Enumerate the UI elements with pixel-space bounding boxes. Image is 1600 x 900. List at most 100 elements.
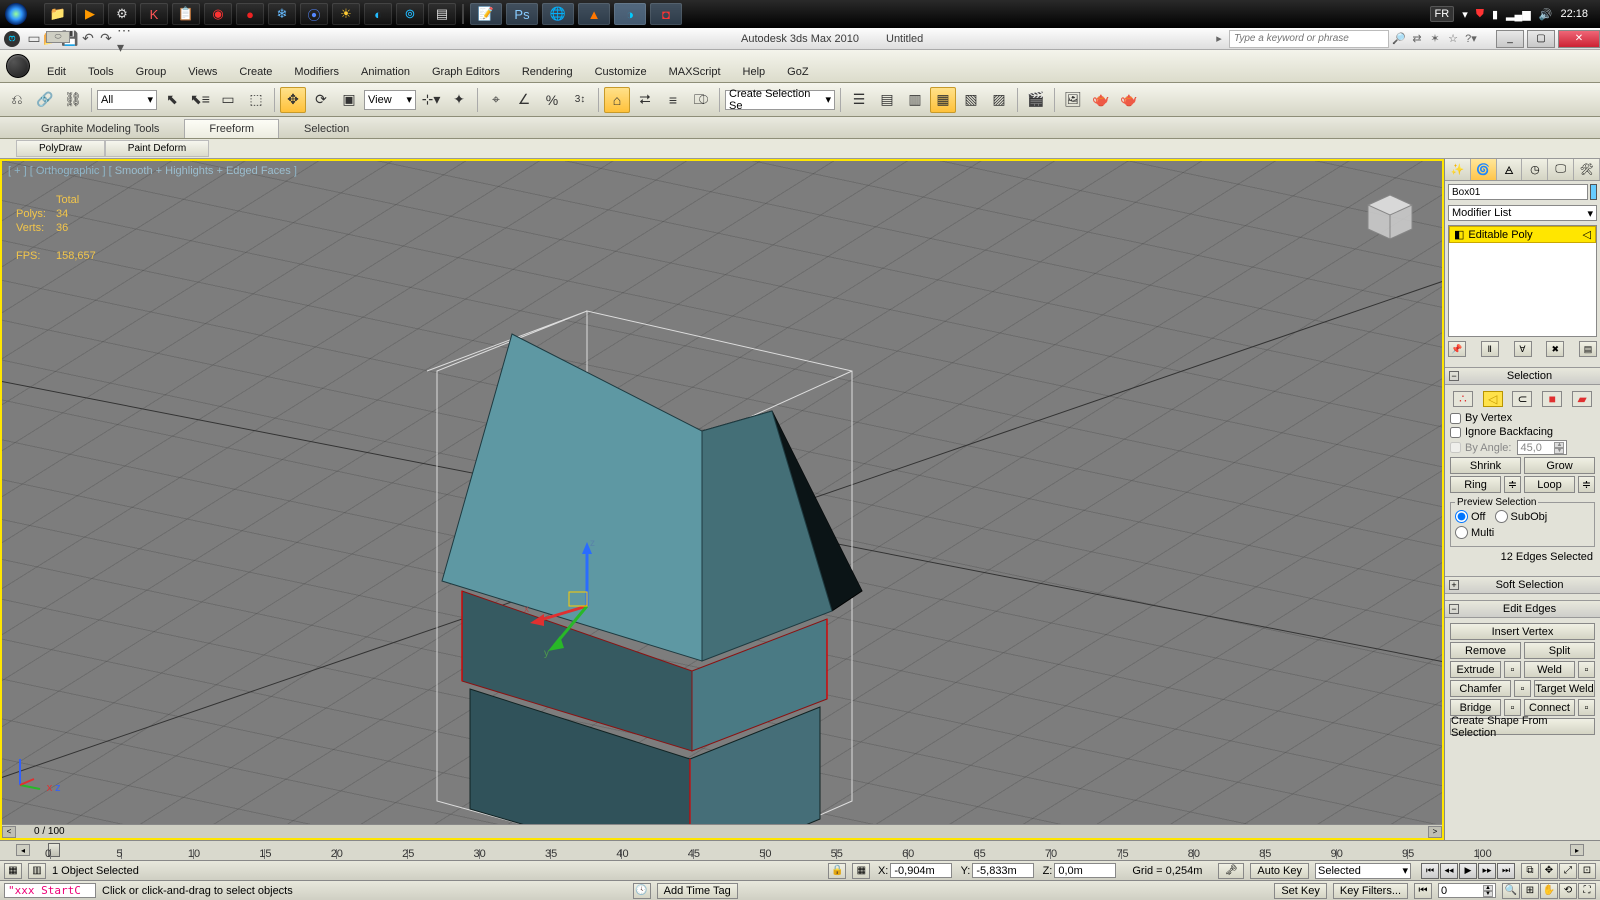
maxscript-mini-listener[interactable]: "xxx StartC (4, 883, 96, 898)
tray-clock[interactable]: 22:18 (1560, 8, 1588, 20)
cp-tab-hierarchy[interactable]: 🜁 (1497, 159, 1523, 180)
btn-weld[interactable]: Weld (1524, 661, 1575, 678)
tool-angle-snap-icon[interactable]: ∠ (511, 87, 537, 113)
key-mode-icon[interactable]: 🗝 (1218, 863, 1244, 879)
object-color-swatch[interactable] (1590, 184, 1597, 200)
tool-rotate-icon[interactable]: ⟳ (308, 87, 334, 113)
key-filters-button[interactable]: Key Filters... (1333, 883, 1408, 899)
current-frame-field[interactable]: 0▲▼ (1438, 883, 1496, 898)
btn-loop-spin[interactable]: ≑ (1578, 476, 1595, 493)
tool-linkundo-icon[interactable]: ⎌ (4, 87, 30, 113)
tool-manipulate-icon[interactable]: ✦ (446, 87, 472, 113)
named-selection-set-dropdown[interactable]: Create Selection Se▾ (725, 90, 835, 110)
menu-rendering[interactable]: Rendering (511, 63, 584, 82)
tray-lang[interactable]: FR (1430, 6, 1455, 22)
menu-tools[interactable]: Tools (77, 63, 125, 82)
btn-connect-settings[interactable]: ▫ (1578, 699, 1595, 716)
btn-weld-settings[interactable]: ▫ (1578, 661, 1595, 678)
tool-curve-editor-icon[interactable]: ▦ (930, 87, 956, 113)
vnav-3[interactable]: ⤢ (1559, 863, 1577, 879)
viewcube[interactable] (1362, 189, 1418, 245)
modifier-list-dropdown[interactable]: Modifier List▾ (1448, 205, 1597, 221)
tool-mirror-icon[interactable]: ⮂ (632, 87, 658, 113)
tool-spinner-snap-icon[interactable]: 3↕ (567, 87, 593, 113)
rollout-editedges-header[interactable]: −Edit Edges (1445, 600, 1600, 618)
infocenter-binoculars-icon[interactable]: 🔎 (1391, 31, 1407, 47)
btn-remove[interactable]: Remove (1450, 642, 1521, 659)
stack-showend-icon[interactable]: Ⅱ (1481, 341, 1499, 357)
tool-layers2-icon[interactable]: ▤ (874, 87, 900, 113)
coord-z[interactable]: 0,0m (1054, 863, 1116, 878)
subobj-vertex[interactable]: ∴ (1453, 391, 1473, 407)
btn-loop[interactable]: Loop (1524, 476, 1575, 493)
infocenter-search[interactable] (1229, 30, 1389, 48)
menu-group[interactable]: Group (125, 63, 178, 82)
object-name-field[interactable] (1448, 184, 1588, 200)
ribbon-tab-freeform[interactable]: Freeform (184, 119, 279, 138)
autokey-button[interactable]: Auto Key (1250, 863, 1309, 879)
vnav-pan[interactable]: ✋ (1540, 883, 1558, 899)
menu-animation[interactable]: Animation (350, 63, 421, 82)
subobj-element[interactable]: ▰ (1572, 391, 1592, 407)
tool-unlink-icon[interactable]: ⛓ (60, 87, 86, 113)
tool-window-crossing-icon[interactable]: ⬚ (243, 87, 269, 113)
taskbar-running-ps[interactable]: Ps (506, 3, 538, 25)
taskbar-app-1[interactable]: 📁 (44, 3, 72, 25)
menu-modifiers[interactable]: Modifiers (283, 63, 350, 82)
taskbar-app-2[interactable]: ▶ (76, 3, 104, 25)
vnav-orbit[interactable]: ⟲ (1559, 883, 1577, 899)
tray-chevron-icon[interactable]: ▾ (1462, 8, 1468, 21)
modifier-stack[interactable]: ◧ Editable Poly ◁ (1448, 225, 1597, 337)
menu-edit[interactable]: Edit (36, 63, 77, 82)
viewport-hscrollbar[interactable]: < 0 / 100 > (2, 824, 1442, 838)
btn-extrude-settings[interactable]: ▫ (1504, 661, 1521, 678)
tray-network-icon[interactable]: ▂▄▆ (1506, 8, 1531, 21)
stack-remove-icon[interactable]: ✖ (1546, 341, 1564, 357)
taskbar-app-12[interactable]: ⊚ (396, 3, 424, 25)
tool-snap-toggle-icon[interactable]: ⌖ (483, 87, 509, 113)
btn-connect[interactable]: Connect (1524, 699, 1575, 716)
btn-grow[interactable]: Grow (1524, 457, 1595, 474)
btn-create-shape[interactable]: Create Shape From Selection (1450, 718, 1595, 735)
tray-shield-icon[interactable]: ⛊ (1476, 8, 1484, 21)
infocenter-subs-icon[interactable]: ✶ (1427, 31, 1443, 47)
taskbar-app-13[interactable]: ▤ (428, 3, 456, 25)
btn-insert-vertex[interactable]: Insert Vertex (1450, 623, 1595, 640)
taskbar-app-9[interactable]: ⦿ (300, 3, 328, 25)
keymode-dropdown[interactable]: Selected▾ (1315, 863, 1411, 879)
tool-pivot-icon[interactable]: ⊹▾ (418, 87, 444, 113)
lock-selection-icon[interactable]: 🔒 (828, 863, 846, 879)
btn-shrink[interactable]: Shrink (1450, 457, 1521, 474)
radio-multi[interactable]: Multi (1455, 526, 1494, 539)
vnav-zoom-all[interactable]: ⊞ (1521, 883, 1539, 899)
cp-tab-utilities[interactable]: 🛠 (1574, 159, 1600, 180)
ribbon-tab-selection[interactable]: Selection (279, 119, 374, 138)
vnav-zoom[interactable]: 🔍 (1502, 883, 1520, 899)
window-minimize-button[interactable]: _ (1496, 30, 1524, 48)
taskbar-app-11[interactable]: ◐ (364, 3, 392, 25)
tool-select-icon[interactable]: ⬉ (159, 87, 185, 113)
timeline[interactable]: ◂ 05101520253035404550556065707580859095… (0, 840, 1600, 860)
cp-tab-motion[interactable]: ◷ (1522, 159, 1548, 180)
tool-rendered-frame-icon[interactable]: 🖼 (1060, 87, 1086, 113)
stack-configure-icon[interactable]: ▤ (1579, 341, 1597, 357)
tool-link-icon[interactable]: 🔗 (32, 87, 58, 113)
status-lock-sel-icon[interactable]: ▦ (4, 863, 22, 879)
tool-selectname-icon[interactable]: ⬉≡ (187, 87, 213, 113)
stack-expand-icon[interactable]: ◧ (1454, 228, 1464, 241)
taskbar-app-8[interactable]: ❄ (268, 3, 296, 25)
radio-subobj[interactable]: SubObj (1495, 510, 1548, 523)
cp-tab-create[interactable]: ✨ (1445, 159, 1471, 180)
taskbar-app-7[interactable]: ● (236, 3, 264, 25)
transform-gizmo[interactable]: z x y (562, 546, 652, 669)
infocenter-comm-icon[interactable]: ⇄ (1409, 31, 1425, 47)
transport-prev[interactable]: ◂◂ (1440, 863, 1458, 879)
hscroll-left[interactable]: < (2, 826, 16, 838)
start-button[interactable] (2, 1, 38, 27)
transport-end[interactable]: ⏭ (1497, 863, 1515, 879)
stack-item-editable-poly[interactable]: ◧ Editable Poly ◁ (1449, 226, 1596, 243)
cp-tab-display[interactable]: 🖵 (1548, 159, 1574, 180)
btn-extrude[interactable]: Extrude (1450, 661, 1501, 678)
menu-grapheditors[interactable]: Graph Editors (421, 63, 511, 82)
tool-material-icon[interactable]: ▨ (986, 87, 1012, 113)
